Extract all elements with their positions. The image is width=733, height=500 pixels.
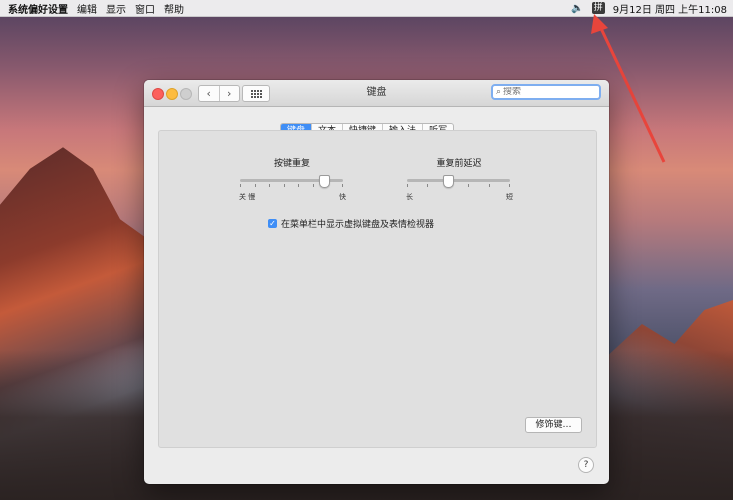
key-repeat-min-label: 关 慢 bbox=[239, 193, 256, 201]
input-method-icon[interactable]: 拼 bbox=[591, 2, 605, 14]
menu-app-name[interactable]: 系统偏好设置 bbox=[8, 1, 68, 16]
key-repeat-slider-knob[interactable] bbox=[319, 175, 331, 188]
virtual-keyboard-checkbox-label: 在菜单栏中显示虚拟键盘及表情检视器 bbox=[281, 220, 435, 230]
menu-edit[interactable]: 编辑 bbox=[77, 1, 97, 16]
modifier-keys-button[interactable]: 修饰键… bbox=[525, 417, 582, 433]
keyboard-preferences-window: 键盘 ‹ › ⌕ 键盘 文本 快捷键 输入法 听写 按键重复 bbox=[144, 80, 609, 484]
checkbox-checked-icon[interactable]: ✓ bbox=[268, 219, 277, 228]
forward-button[interactable]: › bbox=[218, 86, 240, 101]
speaker-icon[interactable]: 🔈 bbox=[571, 3, 583, 14]
delay-until-repeat-slider-knob[interactable] bbox=[443, 175, 455, 188]
key-repeat-max-label: 快 bbox=[339, 193, 346, 201]
menu-clock[interactable]: 9月12日 周四 上午11:08 bbox=[613, 1, 727, 16]
navigation-buttons: ‹ › bbox=[198, 85, 240, 102]
menu-view[interactable]: 显示 bbox=[106, 1, 126, 16]
menu-window[interactable]: 窗口 bbox=[135, 1, 155, 16]
delay-until-repeat-track[interactable] bbox=[407, 179, 510, 182]
virtual-keyboard-checkbox-row[interactable]: ✓ 在菜单栏中显示虚拟键盘及表情检视器 bbox=[268, 217, 434, 230]
minimize-window-button[interactable] bbox=[166, 88, 178, 100]
close-window-button[interactable] bbox=[152, 88, 164, 100]
search-input[interactable] bbox=[501, 87, 590, 97]
delay-until-repeat-min-label: 长 bbox=[406, 193, 413, 201]
help-button[interactable]: ? bbox=[578, 457, 594, 473]
search-field[interactable]: ⌕ bbox=[491, 84, 601, 100]
grid-icon bbox=[250, 89, 262, 98]
delay-until-repeat-ticks bbox=[407, 184, 510, 187]
menu-help[interactable]: 帮助 bbox=[164, 1, 184, 16]
back-button[interactable]: ‹ bbox=[199, 86, 219, 101]
key-repeat-title: 按键重复 bbox=[273, 159, 310, 169]
window-titlebar: 键盘 ‹ › ⌕ bbox=[144, 80, 609, 107]
settings-panel bbox=[158, 130, 597, 448]
zoom-window-button[interactable] bbox=[180, 88, 192, 100]
delay-until-repeat-max-label: 短 bbox=[506, 193, 513, 201]
show-all-button[interactable] bbox=[242, 85, 270, 102]
delay-until-repeat-title: 重复前延迟 bbox=[436, 159, 482, 169]
menu-extras: 🔈 拼 9月12日 周四 上午11:08 bbox=[571, 1, 727, 16]
menu-bar: 系统偏好设置 编辑 显示 窗口 帮助 🔈 拼 9月12日 周四 上午11:08 bbox=[0, 0, 733, 17]
